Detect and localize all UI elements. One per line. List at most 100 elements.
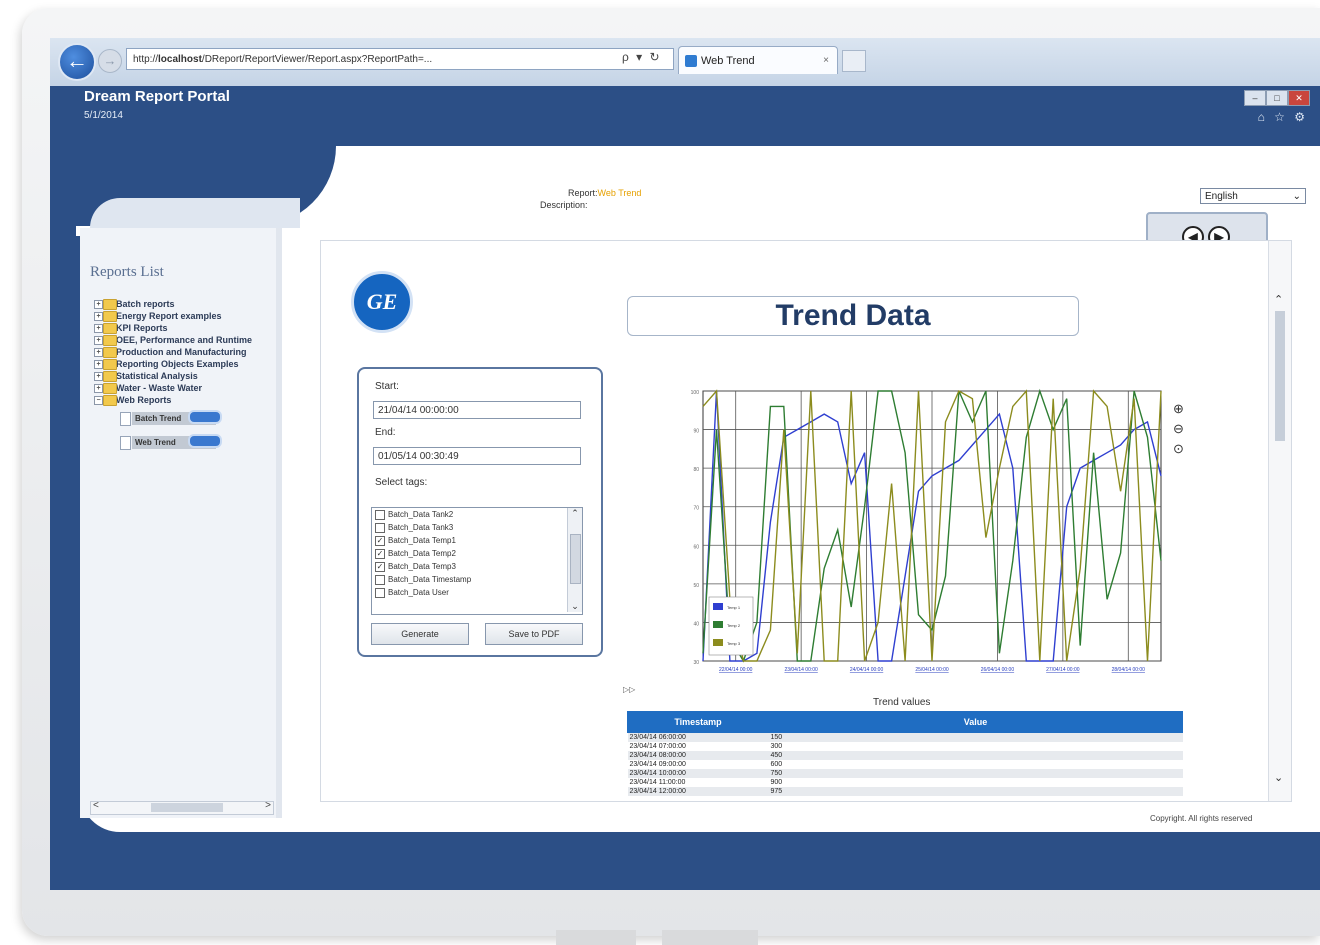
expand-icon[interactable]: +: [94, 384, 103, 393]
scroll-thumb[interactable]: [151, 803, 223, 812]
tree-item-label: Energy Report examples: [116, 311, 222, 321]
tab-close-icon[interactable]: ×: [823, 47, 829, 75]
minimize-button[interactable]: ‒: [1244, 90, 1266, 106]
y-tick-label: 60: [693, 544, 699, 550]
expand-icon[interactable]: +: [94, 324, 103, 333]
sidebar-hscrollbar[interactable]: < >: [90, 800, 274, 815]
tree-item-objects[interactable]: + Reporting Objects Examples: [94, 358, 284, 370]
folder-icon: [103, 359, 117, 370]
save-pdf-button[interactable]: Save to PDF: [485, 623, 583, 645]
timestamp-cell: 23/04/14 11:00:00: [629, 779, 686, 786]
expand-icon[interactable]: +: [94, 360, 103, 369]
address-controls[interactable]: ρ ▾ ↻: [622, 50, 662, 64]
expand-icon[interactable]: +: [94, 300, 103, 309]
expand-icon[interactable]: +: [94, 348, 103, 357]
tag-option[interactable]: ✓ Batch_Data Temp3: [372, 560, 582, 573]
trend-values-table: Timestamp Value 23/04/14 06:00:00 150 23/0…: [627, 711, 1183, 796]
value-cell: 300: [770, 743, 783, 750]
close-button[interactable]: ✕: [1288, 90, 1310, 106]
folder-icon: [103, 323, 117, 334]
generate-button[interactable]: Generate: [371, 623, 469, 645]
timestamp-cell: 23/04/14 06:00:00: [627, 732, 769, 742]
browser-tool-icons[interactable]: ⌂ ☆ ⚙: [1258, 110, 1308, 124]
tree-item-water[interactable]: + Water - Waste Water: [94, 382, 284, 394]
end-label: End:: [375, 427, 396, 438]
web-badge-icon: [188, 434, 222, 448]
zoom-in-icon[interactable]: ⊕: [1173, 399, 1187, 419]
tree-child-batch-trend[interactable]: Batch Trend: [120, 410, 284, 430]
pane-splitter[interactable]: [276, 228, 282, 818]
tag-option[interactable]: Batch_Data User: [372, 586, 582, 599]
maximize-button[interactable]: □: [1266, 90, 1288, 106]
start-input[interactable]: 21/04/14 00:00:00: [373, 401, 581, 419]
scroll-right-icon[interactable]: >: [265, 800, 271, 811]
tree-item-web-reports[interactable]: − Web Reports: [94, 394, 284, 406]
checkbox[interactable]: [375, 575, 385, 585]
scroll-up-icon[interactable]: ⌃: [568, 508, 582, 519]
monitor-stand-right: [662, 930, 758, 945]
x-tick-label: 24/04/14 00:00: [850, 667, 884, 673]
legend-swatch: [713, 639, 723, 646]
new-tab-button[interactable]: [842, 50, 866, 72]
tree-item-kpi[interactable]: + KPI Reports: [94, 322, 284, 334]
expand-icon[interactable]: +: [94, 312, 103, 321]
tree-child-web-trend[interactable]: Web Trend: [120, 434, 284, 454]
checkbox-checked[interactable]: ✓: [375, 549, 385, 559]
tag-option[interactable]: Batch_Data Timestamp: [372, 573, 582, 586]
legend-label: Temp 3: [727, 641, 741, 646]
tags-listbox[interactable]: Batch_Data Tank2 Batch_Data Tank3 ✓ Batch_D…: [371, 507, 583, 615]
y-tick-label: 40: [693, 621, 699, 627]
checkbox-checked[interactable]: ✓: [375, 562, 385, 572]
table-arrow-icon[interactable]: ▷▷: [623, 685, 635, 694]
zoom-reset-icon[interactable]: ⊙: [1173, 439, 1187, 459]
report-name-label: Report:Web Trend: [568, 188, 641, 198]
tag-option-label: Batch_Data Tank3: [388, 523, 454, 532]
scroll-left-icon[interactable]: <: [93, 800, 99, 811]
checkbox-checked[interactable]: ✓: [375, 536, 385, 546]
scroll-up-icon[interactable]: ⌃: [1274, 293, 1283, 306]
expand-icon[interactable]: +: [94, 372, 103, 381]
tree-item-label: Reporting Objects Examples: [116, 359, 239, 369]
ge-logo: GE: [351, 271, 413, 333]
tree-item-production[interactable]: + Production and Manufacturing: [94, 346, 284, 358]
checkbox[interactable]: [375, 523, 385, 533]
column-header-timestamp[interactable]: Timestamp: [627, 711, 769, 733]
tree-item-batch-reports[interactable]: + Batch reports: [94, 298, 284, 310]
end-input[interactable]: 01/05/14 00:30:49: [373, 447, 581, 465]
tab-favicon-icon: [685, 55, 697, 67]
scroll-thumb[interactable]: [1275, 311, 1285, 441]
tag-option[interactable]: Batch_Data Tank2: [372, 508, 582, 521]
value-cell: 600: [770, 761, 783, 768]
tags-scrollbar[interactable]: ⌃ ⌄: [567, 508, 582, 612]
report-content: GE Trend Data Start: 21/04/14 00:00:00 E…: [321, 241, 1261, 801]
browser-tab[interactable]: Web Trend ×: [678, 46, 838, 74]
column-header-value[interactable]: Value: [768, 711, 1183, 733]
scroll-down-icon[interactable]: ⌄: [568, 601, 582, 612]
table-row: 23/04/14 12:00:00 975: [627, 787, 1183, 796]
start-label: Start:: [375, 381, 399, 392]
tree-item-energy[interactable]: + Energy Report examples: [94, 310, 284, 322]
checkbox[interactable]: [375, 510, 385, 520]
report-vscrollbar[interactable]: ⌃ ⌄: [1268, 241, 1291, 801]
collapse-icon[interactable]: −: [94, 396, 103, 405]
tag-option[interactable]: ✓ Batch_Data Temp2: [372, 547, 582, 560]
expand-icon[interactable]: +: [94, 336, 103, 345]
tree-item-oee[interactable]: + OEE, Performance and Runtime: [94, 334, 284, 346]
screen: ← → http://localhost/DReport/ReportViewe…: [50, 38, 1320, 890]
tree-item-label: Batch reports: [116, 299, 175, 309]
forward-button[interactable]: →: [98, 49, 122, 73]
zoom-out-icon[interactable]: ⊖: [1173, 419, 1187, 439]
address-bar[interactable]: http://localhost/DReport/ReportViewer/Re…: [126, 48, 674, 70]
scroll-down-icon[interactable]: ⌄: [1274, 771, 1283, 784]
language-label: Language: [1155, 190, 1198, 200]
filter-panel: Start: 21/04/14 00:00:00 End: 01/05/14 0…: [357, 367, 603, 657]
x-tick-label: 22/04/14 00:00: [719, 667, 753, 673]
language-select[interactable]: English ⌄: [1200, 188, 1306, 204]
tag-option[interactable]: Batch_Data Tank3: [372, 521, 582, 534]
tags-label: Select tags:: [375, 477, 428, 488]
tree-item-statistical[interactable]: + Statistical Analysis: [94, 370, 284, 382]
back-button[interactable]: ←: [58, 43, 96, 81]
tag-option[interactable]: ✓ Batch_Data Temp1: [372, 534, 582, 547]
scroll-thumb[interactable]: [570, 534, 581, 584]
checkbox[interactable]: [375, 588, 385, 598]
